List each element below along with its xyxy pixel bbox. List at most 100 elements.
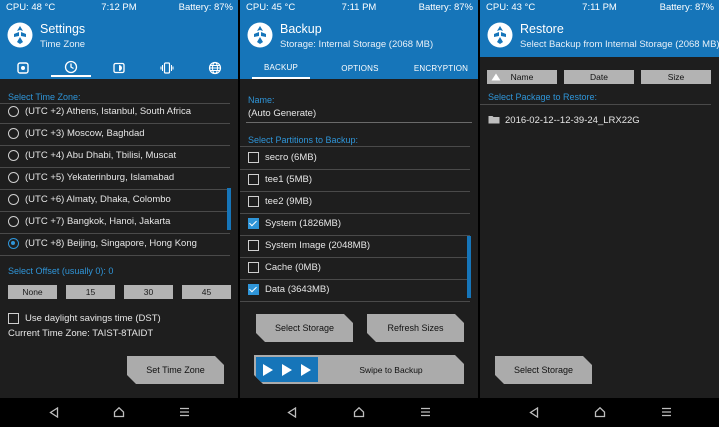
partition-option[interactable]: System (1826MB) [240, 214, 472, 235]
arrow-right-icon [280, 363, 294, 377]
page-subtitle: Storage: Internal Storage (2068 MB) [280, 39, 434, 50]
divider [480, 104, 711, 105]
arrow-right-icon [261, 363, 275, 377]
menu-icon[interactable] [658, 404, 674, 420]
current-timezone: Current Time Zone: TAIST-8TAIDT [8, 328, 154, 339]
timezone-label: (UTC +4) Abu Dhabi, Tbilisi, Muscat [25, 150, 177, 161]
page-title: Backup [280, 22, 322, 36]
radio-button[interactable] [8, 172, 19, 183]
header: Settings Time Zone [0, 15, 238, 57]
set-time-zone-button[interactable]: Set Time Zone [127, 356, 224, 384]
sort-by-name-button[interactable]: Name [487, 70, 557, 84]
tab-general[interactable] [3, 59, 43, 77]
radio-button[interactable] [8, 106, 19, 117]
sort-name-label: Name [510, 72, 534, 82]
offset-label: Select Offset (usually 0): 0 [8, 266, 114, 276]
select-storage-button[interactable]: Select Storage [495, 356, 592, 384]
menu-icon[interactable] [176, 404, 192, 420]
tab-encryption[interactable]: ENCRYPTION [408, 57, 474, 79]
radio-button[interactable] [8, 128, 19, 139]
tab-screen[interactable] [99, 59, 139, 77]
timezone-label: (UTC +3) Moscow, Baghdad [25, 128, 145, 139]
partitions-section-label: Select Partitions to Backup: [248, 135, 359, 145]
offset-15-button[interactable]: 15 [66, 285, 115, 299]
dst-checkbox-row[interactable]: Use daylight savings time (DST) [0, 309, 232, 330]
timezone-option-selected[interactable]: (UTC +8) Beijing, Singapore, Hong Kong [0, 234, 232, 255]
partition-option[interactable]: Data (3643MB) [240, 280, 472, 301]
back-icon[interactable] [284, 404, 300, 420]
swipe-to-backup-slider[interactable]: Swipe to Backup [254, 355, 464, 384]
twrp-logo-icon [7, 22, 33, 48]
arrow-right-icon [299, 363, 313, 377]
home-icon[interactable] [592, 404, 608, 420]
battery-level: Battery: 87% [418, 2, 473, 13]
swipe-handle[interactable] [256, 357, 318, 382]
vibrate-icon [160, 62, 174, 74]
partition-option[interactable]: Cache (0MB) [240, 258, 472, 279]
home-icon[interactable] [111, 404, 127, 420]
timezone-option[interactable]: (UTC +4) Abu Dhabi, Tbilisi, Muscat [0, 146, 232, 167]
chip-icon [17, 62, 29, 74]
settings-tab-bar [0, 57, 238, 79]
package-name: 2016-02-12--12-39-24_LRX22G [505, 115, 640, 126]
timezone-section-label: Select Time Zone: [8, 92, 81, 102]
checkbox-checked[interactable] [248, 218, 259, 229]
timezone-option[interactable]: (UTC +7) Bangkok, Hanoi, Jakarta [0, 212, 232, 233]
backup-package-item[interactable]: 2016-02-12--12-39-24_LRX22G [480, 111, 712, 132]
offset-30-button[interactable]: 30 [124, 285, 173, 299]
sort-by-date-button[interactable]: Date [564, 70, 634, 84]
timezone-option[interactable]: (UTC +3) Moscow, Baghdad [0, 124, 232, 145]
checkbox[interactable] [248, 152, 259, 163]
name-label: Name: [248, 95, 275, 105]
radio-button[interactable] [8, 150, 19, 161]
sort-by-size-button[interactable]: Size [641, 70, 711, 84]
home-icon[interactable] [351, 404, 367, 420]
radio-button[interactable] [8, 216, 19, 227]
battery-level: Battery: 87% [178, 2, 233, 13]
back-icon[interactable] [46, 404, 62, 420]
partition-label: Data (3643MB) [265, 284, 330, 295]
page-title: Restore [520, 22, 564, 36]
checkbox[interactable] [248, 262, 259, 273]
settings-panel: CPU: 48 °C 7:12 PM Battery: 87% Settings… [0, 0, 238, 427]
timezone-option[interactable]: (UTC +2) Athens, Istanbul, South Africa [0, 102, 232, 123]
dst-checkbox[interactable] [8, 313, 19, 324]
timezone-label: (UTC +2) Athens, Istanbul, South Africa [25, 106, 192, 117]
partition-option[interactable]: System Image (2048MB) [240, 236, 472, 257]
divider [0, 255, 230, 256]
backup-name-field[interactable]: (Auto Generate) [248, 108, 316, 119]
checkbox[interactable] [248, 240, 259, 251]
scrollbar[interactable] [467, 236, 471, 298]
menu-icon[interactable] [417, 404, 433, 420]
tab-vibration[interactable] [147, 59, 187, 77]
tab-options[interactable]: OPTIONS [332, 57, 388, 79]
restore-panel: CPU: 43 °C 7:11 PM Battery: 87% Restore … [480, 0, 719, 427]
partition-option[interactable]: tee1 (5MB) [240, 170, 472, 191]
refresh-sizes-button[interactable]: Refresh Sizes [367, 314, 464, 342]
timezone-label: (UTC +7) Bangkok, Hanoi, Jakarta [25, 216, 171, 227]
timezone-option[interactable]: (UTC +6) Almaty, Dhaka, Colombo [0, 190, 232, 211]
radio-button[interactable] [8, 194, 19, 205]
scrollbar[interactable] [227, 188, 231, 230]
tab-language[interactable] [195, 59, 235, 77]
partition-label: Cache (0MB) [265, 262, 321, 273]
status-bar: CPU: 48 °C 7:12 PM Battery: 87% [0, 0, 238, 15]
checkbox[interactable] [248, 196, 259, 207]
twrp-logo-icon [487, 22, 513, 48]
offset-none-button[interactable]: None [8, 285, 57, 299]
checkbox-checked[interactable] [248, 284, 259, 295]
partition-label: System Image (2048MB) [265, 240, 371, 251]
offset-45-button[interactable]: 45 [182, 285, 231, 299]
partition-option[interactable]: tee2 (9MB) [240, 192, 472, 213]
clock-icon [64, 60, 78, 74]
divider [240, 146, 470, 147]
partition-option[interactable]: secro (6MB) [240, 148, 472, 169]
select-storage-button[interactable]: Select Storage [256, 314, 353, 342]
tab-backup[interactable]: BACKUP [252, 57, 310, 79]
radio-button-checked[interactable] [8, 238, 19, 249]
tab-timezone[interactable] [51, 59, 91, 77]
checkbox[interactable] [248, 174, 259, 185]
header: Backup Storage: Internal Storage (2068 M… [240, 15, 478, 57]
back-icon[interactable] [526, 404, 542, 420]
timezone-option[interactable]: (UTC +5) Yekaterinburg, Islamabad [0, 168, 232, 189]
